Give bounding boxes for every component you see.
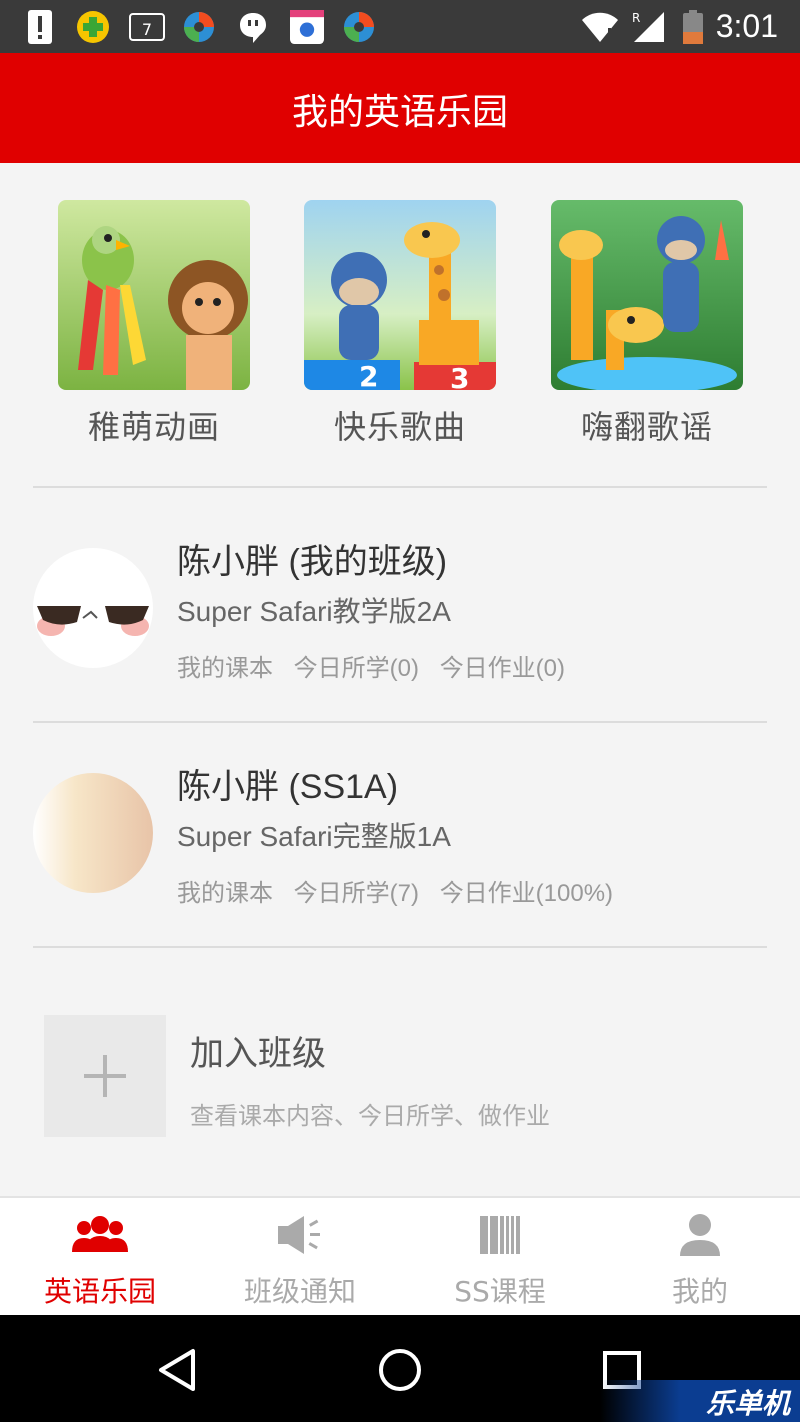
- tab-label: 英语乐园: [43, 1275, 156, 1308]
- divider: [33, 946, 767, 948]
- monkey-giraffe-illustration: 2 3: [304, 200, 496, 390]
- chat-icon: [240, 13, 266, 43]
- category-thumbnail: [58, 200, 250, 390]
- category-tile-animation[interactable]: 稚萌动画: [58, 200, 250, 448]
- clock-time: 3:01: [715, 8, 778, 44]
- category-label: 快乐歌曲: [333, 408, 466, 446]
- bottom-tab-bar: 英语乐园 班级通知 SS课程 我的: [0, 1196, 800, 1315]
- avatar: [33, 548, 153, 668]
- class-title: 陈小胖 (SS1A): [177, 768, 399, 806]
- page-title: 我的英语乐园: [291, 92, 508, 133]
- books-icon: [480, 1216, 520, 1254]
- today-homework-link[interactable]: 今日作业(100%): [440, 880, 613, 907]
- class-links: 我的课本 今日所学(0) 今日作业(0): [177, 648, 579, 683]
- today-learned-link[interactable]: 今日所学(0): [294, 655, 419, 682]
- speaker-icon: [278, 1216, 320, 1254]
- avatar: [33, 773, 153, 893]
- svg-text:R: R: [632, 11, 640, 25]
- app-icon: [344, 12, 374, 42]
- tab-label: 我的: [671, 1275, 728, 1308]
- class-book: Super Safari教学版2A: [177, 596, 451, 627]
- join-class-subtitle: 查看课本内容、今日所学、做作业: [190, 1102, 550, 1130]
- class-links: 我的课本 今日所学(7) 今日作业(100%): [177, 873, 627, 908]
- join-class-title[interactable]: 加入班级: [190, 1026, 326, 1075]
- status-bar: 7 R 3:01: [0, 0, 800, 53]
- tab-mine[interactable]: 我的: [600, 1198, 800, 1317]
- divider: [33, 486, 767, 488]
- person-icon: [680, 1214, 720, 1256]
- category-tile-songs[interactable]: 2 3 快乐歌曲: [304, 200, 496, 448]
- tab-label: SS课程: [454, 1275, 546, 1308]
- signal-icon: R: [632, 11, 664, 42]
- back-icon[interactable]: [153, 1345, 203, 1395]
- parrot-lion-illustration: [58, 200, 250, 390]
- category-label: 稚萌动画: [87, 408, 220, 446]
- app-header: 我的英语乐园: [0, 53, 800, 163]
- my-textbook-link[interactable]: 我的课本: [177, 880, 273, 907]
- plus-badge-icon: [77, 11, 109, 43]
- sunglasses-face-avatar: [33, 548, 153, 668]
- today-learned-link[interactable]: 今日所学(7): [294, 880, 419, 907]
- divider: [33, 721, 767, 723]
- app-screen: 7 R 3:01 我的英语乐园 稚萌动画 2 3 快乐歌曲 嗨翻歌谣 陈小胖 (…: [0, 0, 800, 1422]
- category-thumbnail: [551, 200, 743, 390]
- plus-icon: [84, 1055, 126, 1097]
- my-textbook-link[interactable]: 我的课本: [177, 655, 273, 682]
- join-class-button[interactable]: [44, 1015, 166, 1137]
- class-title: 陈小胖 (我的班级): [177, 543, 448, 581]
- group-icon: [72, 1216, 128, 1252]
- alert-icon: [28, 10, 52, 44]
- battery-icon: [683, 10, 703, 44]
- calendar-icon: 7: [129, 13, 165, 41]
- wifi-icon: [582, 12, 618, 42]
- class-item[interactable]: 陈小胖 (我的班级) Super Safari教学版2A 我的课本 今日所学(0…: [33, 520, 767, 720]
- class-book: Super Safari完整版1A: [177, 821, 451, 852]
- category-label: 嗨翻歌谣: [580, 408, 713, 446]
- tab-english-park[interactable]: 英语乐园: [0, 1198, 200, 1317]
- giraffe-monkey-illustration: [551, 200, 743, 390]
- watermark: 乐单机: [600, 1380, 800, 1422]
- svg-text:7: 7: [142, 20, 152, 39]
- gradient-avatar: [33, 773, 153, 893]
- home-icon[interactable]: [375, 1345, 425, 1395]
- class-item[interactable]: 陈小胖 (SS1A) Super Safari完整版1A 我的课本 今日所学(7…: [33, 745, 767, 945]
- svg-text:3: 3: [450, 362, 469, 390]
- tab-ss-course[interactable]: SS课程: [400, 1198, 600, 1317]
- tab-label: 班级通知: [243, 1275, 356, 1308]
- baidu-icon: [290, 10, 324, 44]
- category-tile-rhymes[interactable]: 嗨翻歌谣: [551, 200, 743, 448]
- watermark-text: 乐单机: [705, 1387, 790, 1420]
- app-icon: [184, 12, 214, 42]
- today-homework-link[interactable]: 今日作业(0): [440, 655, 565, 682]
- category-thumbnail: 2 3: [304, 200, 496, 390]
- svg-text:2: 2: [359, 360, 378, 390]
- tab-class-notice[interactable]: 班级通知: [200, 1198, 400, 1317]
